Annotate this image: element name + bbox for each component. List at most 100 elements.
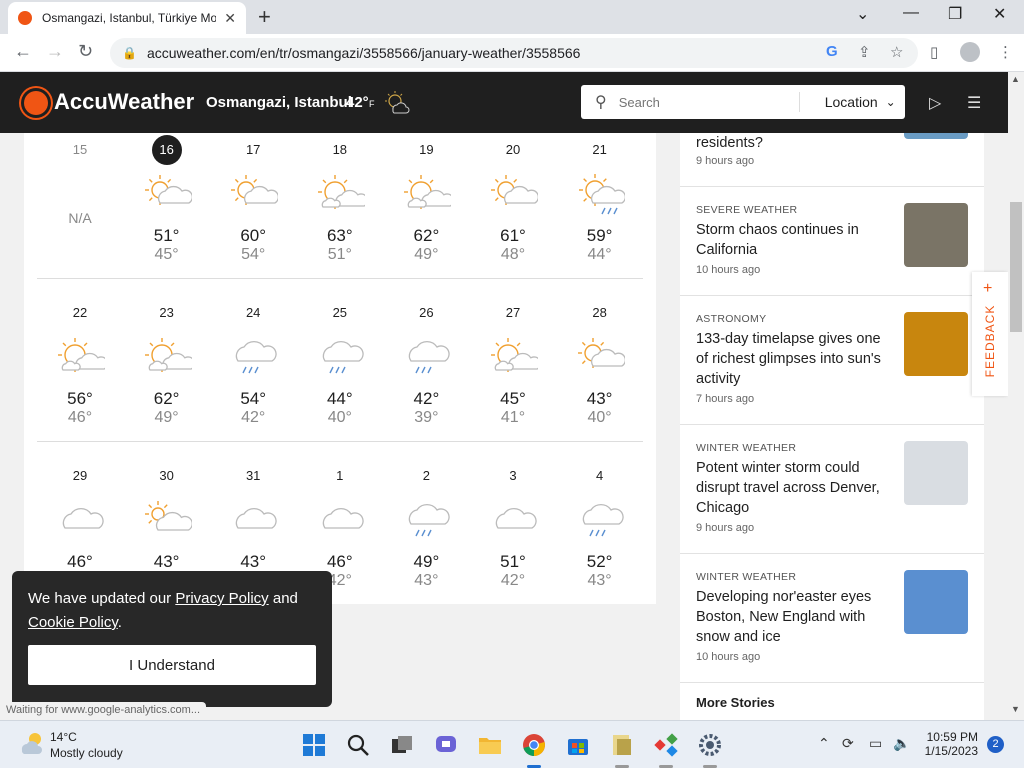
calendar-day[interactable]: 26 42° 39° xyxy=(383,301,469,427)
reload-button[interactable]: ↻ xyxy=(78,41,93,62)
calendar-day[interactable]: 21 59° 44° xyxy=(557,138,643,264)
calendar-day[interactable]: 27 45° 41° xyxy=(470,301,556,427)
story-thumbnail[interactable] xyxy=(904,441,968,505)
location-search-box[interactable]: ⚲ Location ⌄ xyxy=(581,85,905,119)
tab-close-icon[interactable]: ✕ xyxy=(224,10,236,27)
microsoft-store-icon[interactable] xyxy=(566,733,590,757)
google-translate-icon[interactable]: G xyxy=(826,43,838,60)
cookie-policy-link[interactable]: Cookie Policy xyxy=(28,614,118,631)
story-headline[interactable]: Storm chaos continues in California xyxy=(696,220,891,260)
chrome-icon[interactable] xyxy=(522,733,546,757)
browser-tab[interactable]: Osmangazi, Istanbul, Türkiye Mo ✕ xyxy=(8,2,246,34)
scroll-up-arrow-icon[interactable]: ▲ xyxy=(1011,74,1020,84)
colorful-cubes-app-icon[interactable] xyxy=(654,733,678,757)
taskbar-weather-temp[interactable]: 14°C xyxy=(50,730,77,744)
search-input[interactable] xyxy=(618,94,779,110)
calendar-day[interactable]: 23 62° 49° xyxy=(124,301,210,427)
search-icon[interactable] xyxy=(346,733,370,757)
calendar-day[interactable]: 18 63° 51° xyxy=(297,138,383,264)
i-understand-button[interactable]: I Understand xyxy=(28,645,316,685)
cloud-weather-icon xyxy=(470,496,556,546)
back-button[interactable]: ← xyxy=(14,41,32,62)
calendar-day[interactable]: 25 44° 40° xyxy=(297,301,383,427)
chevron-down-icon[interactable]: ⌄ xyxy=(886,95,896,109)
sync-icon[interactable]: ⟳ xyxy=(842,735,854,752)
day-number: 25 xyxy=(332,305,348,320)
video-icon[interactable]: ▷ xyxy=(929,93,941,113)
volume-icon[interactable]: 🔈 xyxy=(893,735,910,752)
browser-menu-icon[interactable]: ⋮ xyxy=(998,43,1013,61)
settings-gear-icon[interactable] xyxy=(698,733,722,757)
accuweather-logo-icon[interactable] xyxy=(24,91,48,115)
calendar-day[interactable]: 17 60° 54° xyxy=(210,138,296,264)
restore-button[interactable]: ❐ xyxy=(948,4,962,24)
brand-logo[interactable]: AccuWeather xyxy=(54,89,194,115)
calendar-day[interactable]: 29 46° xyxy=(37,464,123,572)
page-scrollbar[interactable]: ▲ ▼ xyxy=(1008,72,1024,720)
calendar-day[interactable]: 31 43° xyxy=(210,464,296,572)
new-tab-button[interactable]: + xyxy=(258,4,271,30)
calendar-day[interactable]: 28 43° 40° xyxy=(557,301,643,427)
privacy-policy-link[interactable]: Privacy Policy xyxy=(175,590,268,607)
network-icon[interactable]: ▭ xyxy=(869,735,882,752)
news-story[interactable]: WINTER WEATHER Potent winter storm could … xyxy=(680,425,984,554)
calendar-day[interactable]: 24 54° 42° xyxy=(210,301,296,427)
calendar-day[interactable]: 30 43° xyxy=(124,464,210,572)
notification-badge[interactable]: 2 xyxy=(987,736,1004,753)
windows-start-icon[interactable] xyxy=(302,733,326,757)
high-temp: 43° xyxy=(240,552,267,571)
profile-avatar[interactable] xyxy=(960,42,980,62)
story-thumbnail[interactable] xyxy=(904,312,968,376)
task-view-icon[interactable] xyxy=(390,733,414,757)
forward-button[interactable]: → xyxy=(46,41,64,62)
story-thumbnail[interactable] xyxy=(904,203,968,267)
story-thumbnail[interactable] xyxy=(904,133,968,139)
taskbar-weather-condition[interactable]: Mostly cloudy xyxy=(50,746,123,760)
calendar-day[interactable]: 15 N/A xyxy=(37,138,123,226)
scrollbar-thumb[interactable] xyxy=(1010,202,1022,332)
file-explorer-icon[interactable] xyxy=(478,733,502,757)
rain-weather-icon xyxy=(297,333,383,383)
news-story[interactable]: SEVERE WEATHER Storm chaos continues in C… xyxy=(680,187,984,296)
more-stories-link[interactable]: More Stories xyxy=(696,695,775,710)
story-headline[interactable]: residents? xyxy=(696,133,891,153)
story-headline[interactable]: 133-day timelapse gives one of richest g… xyxy=(696,329,891,389)
plus-icon[interactable]: + xyxy=(983,280,992,298)
news-story[interactable]: WINTER WEATHER Developing nor'easter eyes… xyxy=(680,554,984,683)
calendar-day[interactable]: 2 49° 43° xyxy=(383,464,469,590)
calendar-day[interactable]: 3 51° 42° xyxy=(470,464,556,590)
day-number: 21 xyxy=(592,142,607,157)
story-category: SEVERE WEATHER xyxy=(696,204,798,216)
hamburger-menu-icon[interactable]: ☰ xyxy=(967,93,981,113)
calendar-day[interactable]: 20 61° 48° xyxy=(470,138,556,264)
story-headline[interactable]: Potent winter storm could disrupt travel… xyxy=(696,458,891,518)
current-location[interactable]: Osmangazi, Istanbul xyxy=(206,94,352,111)
location-dropdown-button[interactable]: Location xyxy=(825,94,878,110)
minimize-button[interactable]: — xyxy=(903,4,919,22)
teams-chat-icon[interactable] xyxy=(434,733,458,757)
taskbar-clock[interactable]: 10:59 PM 1/15/2023 xyxy=(920,730,978,758)
calendar-day[interactable]: 4 52° 43° xyxy=(557,464,643,590)
tab-search-chevron-icon[interactable]: ⌄ xyxy=(856,4,869,24)
share-icon[interactable]: ⇪ xyxy=(858,43,871,61)
feedback-tab[interactable]: + FEEDBACK xyxy=(972,272,1008,396)
mostly-cloudy-icon[interactable] xyxy=(18,730,46,756)
monthly-forecast-calendar: 15 N/A 16 51° 45° 17 60° 54° 18 63° 51° 19 62° 49° 20 6… xyxy=(24,133,656,604)
story-headline[interactable]: Developing nor'easter eyes Boston, New E… xyxy=(696,587,891,647)
calendar-day[interactable]: 19 62° 49° xyxy=(383,138,469,264)
side-panel-icon[interactable]: ▯ xyxy=(930,43,938,61)
close-window-button[interactable]: ✕ xyxy=(993,4,1006,24)
scroll-down-arrow-icon[interactable]: ▼ xyxy=(1011,704,1020,714)
news-story[interactable]: ASTRONOMY 133-day timelapse gives one of … xyxy=(680,296,984,425)
lock-icon[interactable]: 🔒 xyxy=(122,46,137,60)
address-bar[interactable]: 🔒 accuweather.com/en/tr/osmangazi/355856… xyxy=(110,38,918,68)
story-thumbnail[interactable] xyxy=(904,570,968,634)
bookmark-star-icon[interactable]: ☆ xyxy=(890,43,903,61)
high-temp: 45° xyxy=(500,389,526,408)
notepad-app-icon[interactable] xyxy=(610,733,634,757)
news-story[interactable]: residents? 9 hours ago xyxy=(680,133,984,187)
show-hidden-icons-chevron-icon[interactable]: ⌃ xyxy=(818,735,830,752)
calendar-day[interactable]: 16 51° 45° xyxy=(124,135,210,264)
story-timestamp: 10 hours ago xyxy=(696,651,761,663)
calendar-day[interactable]: 22 56° 46° xyxy=(37,301,123,427)
